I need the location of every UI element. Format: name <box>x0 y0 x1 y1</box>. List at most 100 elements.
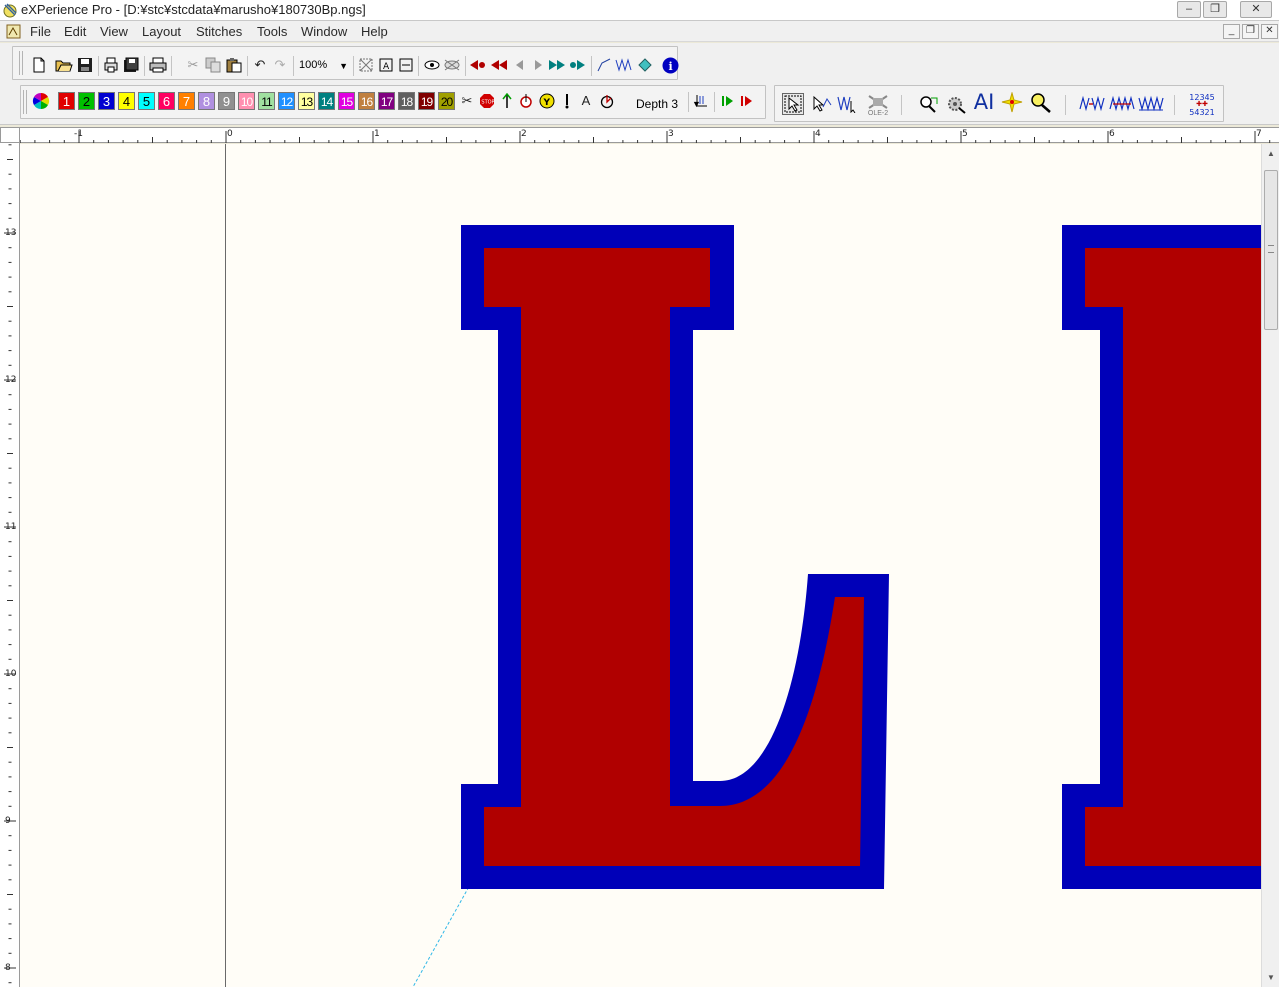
depth-icon[interactable] <box>598 92 616 110</box>
tie-icon[interactable] <box>517 92 535 110</box>
zoom-select[interactable]: 100% ▼ <box>295 56 351 74</box>
color-swatch-11[interactable]: 11 <box>258 92 275 110</box>
color-swatch-14[interactable]: 14 <box>318 92 335 110</box>
toolbar-grip[interactable] <box>23 90 27 114</box>
tie-off-icon[interactable]: Y <box>538 92 556 110</box>
menu-help[interactable]: Help <box>361 24 388 39</box>
stop-play-icon[interactable] <box>738 92 756 110</box>
menu-stitches[interactable]: Stitches <box>196 24 242 39</box>
horizontal-ruler[interactable]: -1 0 1 2 3 4 5 6 7 <box>20 127 1279 143</box>
last-stitch-icon[interactable] <box>569 56 587 74</box>
mdi-minimize-button[interactable]: _ <box>1223 24 1240 39</box>
vertical-scrollbar[interactable]: ▲ ▼ <box>1261 144 1279 987</box>
color-swatch-17[interactable]: 17 <box>378 92 395 110</box>
pointer-icon[interactable] <box>782 93 804 115</box>
numbers-icon[interactable]: 12345 ✚✚ 54321 <box>1187 92 1217 118</box>
color-swatch-13[interactable]: 13 <box>298 92 315 110</box>
ole-icon[interactable]: OLE-2 <box>865 93 891 119</box>
font-icon[interactable]: A <box>577 92 595 110</box>
pattern-c-icon[interactable] <box>1138 95 1164 113</box>
new-file-icon[interactable] <box>30 56 48 74</box>
menu-view[interactable]: View <box>100 24 128 39</box>
cut-icon[interactable]: ✂ <box>184 56 202 74</box>
stitch-edit-icon[interactable] <box>837 95 859 113</box>
play-icon[interactable] <box>719 92 737 110</box>
needle-up-icon[interactable] <box>498 92 516 110</box>
color-swatch-8[interactable]: 8 <box>198 92 215 110</box>
color-swatch-18[interactable]: 18 <box>398 92 415 110</box>
print-icon[interactable] <box>149 56 167 74</box>
horizontal-ruler-ticks <box>20 131 1271 143</box>
color-swatch-3[interactable]: 3 <box>98 92 115 110</box>
color-swatch-16[interactable]: 16 <box>358 92 375 110</box>
sparkle-icon[interactable] <box>1000 92 1024 113</box>
toolbar-grip[interactable] <box>19 51 23 75</box>
text-tool-icon[interactable]: AI <box>973 92 995 113</box>
color-swatch-15[interactable]: 15 <box>338 92 355 110</box>
zoom-width-icon[interactable] <box>397 56 415 74</box>
redo-icon[interactable]: ↷ <box>271 56 289 74</box>
color-swatch-12[interactable]: 12 <box>278 92 295 110</box>
open-folder-icon[interactable] <box>55 56 73 74</box>
fill-tool-icon[interactable] <box>636 56 654 74</box>
menu-tools[interactable]: Tools <box>257 24 287 39</box>
pattern-a-icon[interactable] <box>1079 95 1105 113</box>
menu-layout[interactable]: Layout <box>142 24 181 39</box>
save-all-icon[interactable] <box>122 56 140 74</box>
menu-edit[interactable]: Edit <box>64 24 86 39</box>
settings-icon[interactable] <box>945 95 969 114</box>
first-stitch-icon[interactable] <box>469 56 487 74</box>
copy-icon[interactable] <box>204 56 222 74</box>
prev-stitch-icon[interactable] <box>511 56 529 74</box>
prev-color-icon[interactable] <box>490 56 508 74</box>
print-setup-icon[interactable] <box>102 56 120 74</box>
window-close-button[interactable]: ✕ <box>1240 1 1272 18</box>
color-swatch-4[interactable]: 4 <box>118 92 135 110</box>
paste-icon[interactable] <box>225 56 243 74</box>
scrollbar-thumb[interactable] <box>1264 170 1278 330</box>
select-icon[interactable] <box>693 92 711 110</box>
stop-icon[interactable]: STOP <box>478 92 496 110</box>
menu-window[interactable]: Window <box>301 24 347 39</box>
mdi-close-button[interactable]: ✕ <box>1261 24 1278 39</box>
color-swatch-1[interactable]: 1 <box>58 92 75 110</box>
magnify-icon[interactable] <box>1029 93 1053 113</box>
window-minimize-button[interactable]: – <box>1177 1 1201 18</box>
vertical-ruler[interactable]: 13 12 11 10 9 8 <box>0 143 20 987</box>
next-stitch-icon[interactable] <box>529 56 547 74</box>
scroll-down-arrow-icon[interactable]: ▼ <box>1264 971 1278 985</box>
window-restore-button[interactable]: ❐ <box>1203 1 1227 18</box>
color-swatch-5[interactable]: 5 <box>138 92 155 110</box>
zoom-box-icon[interactable]: A <box>377 56 395 74</box>
fit-design-icon[interactable] <box>357 56 375 74</box>
show-stitches-icon[interactable] <box>423 56 441 74</box>
mdi-restore-button[interactable]: ❐ <box>1242 24 1259 39</box>
node-edit-icon[interactable] <box>811 95 833 113</box>
color-swatch-10[interactable]: 10 <box>238 92 255 110</box>
document-icon[interactable] <box>6 24 21 39</box>
chevron-down-icon[interactable]: ▼ <box>339 58 348 74</box>
color-swatch-6[interactable]: 6 <box>158 92 175 110</box>
line-tool-icon[interactable] <box>595 56 613 74</box>
zoom-in-icon[interactable] <box>917 95 941 113</box>
pattern-b-icon[interactable] <box>1109 95 1135 113</box>
next-color-icon[interactable] <box>548 56 566 74</box>
color-swatch-2[interactable]: 2 <box>78 92 95 110</box>
stitch-tool-icon[interactable] <box>615 56 633 74</box>
color-swatch-20[interactable]: 20 <box>438 92 455 110</box>
needle-icon[interactable] <box>558 92 576 110</box>
design-canvas[interactable] <box>20 144 1261 987</box>
scroll-up-arrow-icon[interactable]: ▲ <box>1264 147 1278 161</box>
toolbar-separator <box>1174 95 1175 115</box>
color-swatch-9[interactable]: 9 <box>218 92 235 110</box>
undo-icon[interactable]: ↶ <box>251 56 269 74</box>
info-icon[interactable]: i <box>661 56 679 74</box>
depth-select-value[interactable]: Depth 3 <box>636 95 678 113</box>
trim-icon[interactable]: ✂ <box>458 92 476 110</box>
hide-stitches-icon[interactable] <box>443 56 461 74</box>
color-swatch-7[interactable]: 7 <box>178 92 195 110</box>
color-swatch-19[interactable]: 19 <box>418 92 435 110</box>
menu-file[interactable]: File <box>30 24 51 39</box>
save-icon[interactable] <box>76 56 94 74</box>
color-wheel-icon[interactable] <box>32 92 50 110</box>
